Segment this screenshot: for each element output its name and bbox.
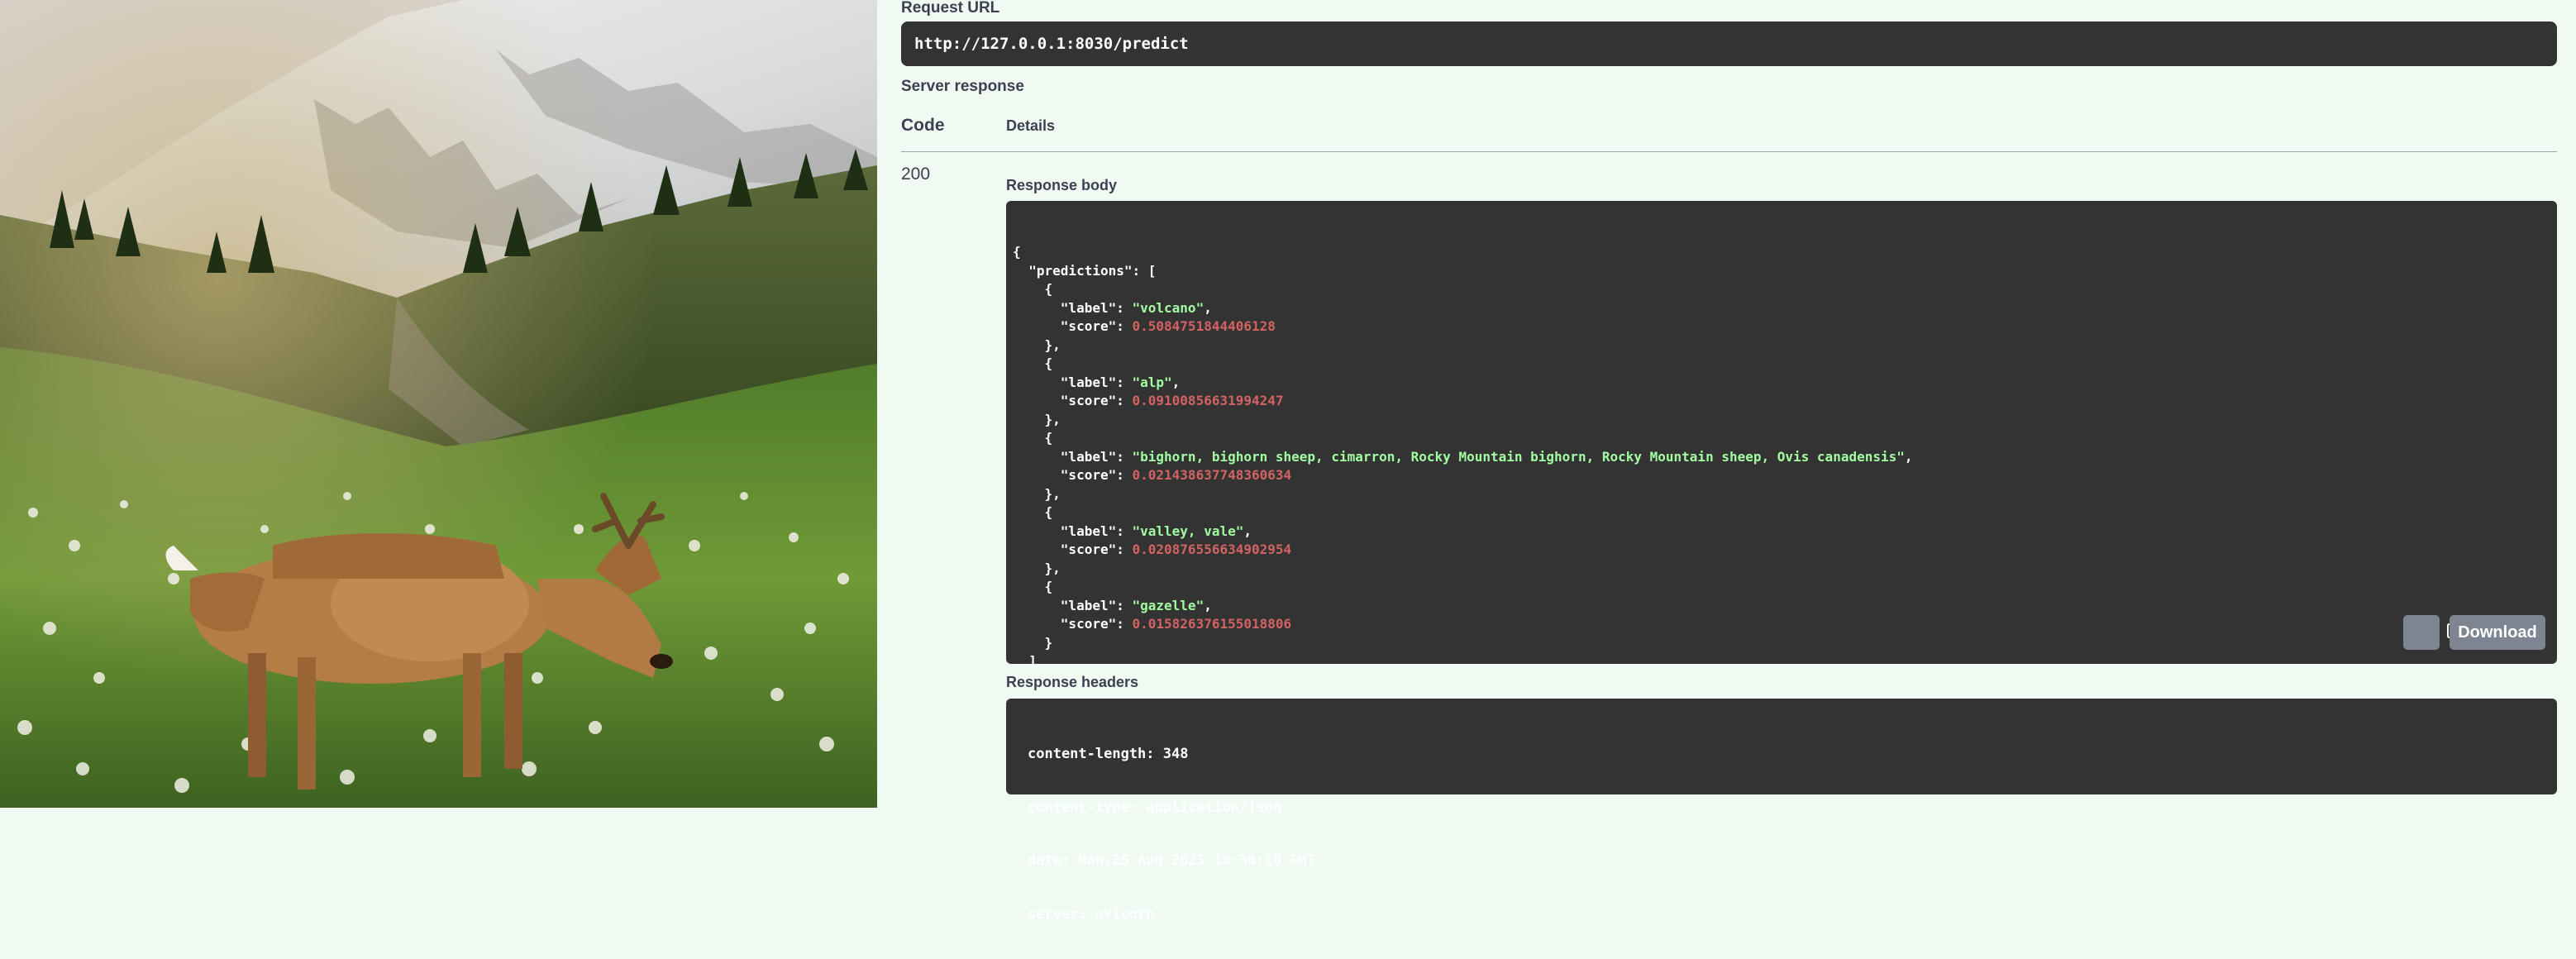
json-string-token: "bighorn, bighorn sheep, cimarron, Rocky… xyxy=(1132,448,1905,465)
response-body-line: { xyxy=(1013,280,2557,299)
details-column-header: Details xyxy=(1006,117,1056,134)
json-punctuation-token: , xyxy=(1243,522,1252,539)
response-body-line: "label": "gazelle", xyxy=(1013,597,2557,616)
response-body-line: } xyxy=(1013,634,2557,653)
response-body-line: "label": "alp", xyxy=(1013,374,2557,393)
response-body-line: "label": "volcano", xyxy=(1013,299,2557,318)
json-punctuation-token: "label": xyxy=(1013,522,1133,539)
json-punctuation-token: "label": xyxy=(1013,597,1133,613)
response-body-line: "score": 0.021438637748360634 xyxy=(1013,466,2557,485)
json-punctuation-token: "label": xyxy=(1013,448,1133,465)
code-column-header: Code xyxy=(901,116,945,135)
response-body-line: "score": 0.09100856631994247 xyxy=(1013,392,2557,411)
json-number-token: 0.021438637748360634 xyxy=(1132,467,1292,483)
response-body-line: "score": 0.015826376155018806 xyxy=(1013,615,2557,634)
json-punctuation-token: { xyxy=(1013,355,1053,371)
json-punctuation-token: }, xyxy=(1013,336,1061,353)
json-number-token: 0.015826376155018806 xyxy=(1132,616,1292,632)
json-punctuation-token: "score": xyxy=(1013,542,1133,557)
request-url-value[interactable]: http://127.0.0.1:8030/predict xyxy=(901,21,2557,66)
json-punctuation-token: "score": xyxy=(1013,393,1133,408)
response-body-line: { xyxy=(1013,429,2557,448)
response-body-code-block[interactable]: { "predictions": [ { "label": "volcano",… xyxy=(1006,201,2557,688)
json-punctuation-token: { xyxy=(1013,281,1053,297)
response-body-line: { xyxy=(1013,355,2557,374)
response-headers-code-block[interactable]: content-length: 348 content-type: applic… xyxy=(1006,699,2557,923)
table-divider xyxy=(901,151,2557,152)
response-body-line: "score": 0.5084751844406128 xyxy=(1013,317,2557,336)
json-punctuation-token: }, xyxy=(1013,485,1061,502)
server-response-label: Server response xyxy=(901,78,1024,95)
json-punctuation-token: { xyxy=(1013,244,1021,260)
json-punctuation-token: , xyxy=(1904,448,1913,465)
response-body-line: ] xyxy=(1013,652,2557,671)
json-punctuation-token: "score": xyxy=(1013,318,1133,334)
json-punctuation-token: } xyxy=(1013,634,1053,651)
response-body-line: "predictions": [ xyxy=(1013,262,2557,281)
json-string-token: "volcano" xyxy=(1132,299,1205,316)
json-punctuation-token: ] xyxy=(1013,653,1037,669)
response-body-line: "label": "valley, vale", xyxy=(1013,522,2557,542)
json-punctuation-token: { xyxy=(1013,504,1053,520)
response-header-line: date: Mon,25 Aug 2025 18:30:10 GMT xyxy=(1028,852,1315,869)
json-number-token: 0.09100856631994247 xyxy=(1132,393,1284,408)
copy-to-clipboard-button[interactable] xyxy=(2403,615,2459,650)
response-body-lines: { "predictions": [ { "label": "volcano",… xyxy=(1013,243,2557,689)
json-string-token: "alp" xyxy=(1132,374,1172,390)
json-punctuation-token: }, xyxy=(1013,560,1061,576)
response-body-line: "label": "bighorn, bighorn sheep, cimarr… xyxy=(1013,448,2557,467)
response-body-line: } xyxy=(1013,671,2557,690)
response-header-line: content-type: application/json xyxy=(1028,799,1282,816)
json-punctuation-token: "score": xyxy=(1013,616,1133,632)
response-header-line: content-length: 348 xyxy=(1028,746,1189,762)
json-punctuation-token: "score": xyxy=(1013,467,1133,483)
response-body-line: }, xyxy=(1013,336,2557,355)
response-body-line: }, xyxy=(1013,485,2557,504)
json-punctuation-token: "label": xyxy=(1013,374,1133,390)
request-url-label: Request URL xyxy=(901,0,1000,17)
response-body-line: "score": 0.020876556634902954 xyxy=(1013,541,2557,560)
input-photo-deer-meadow xyxy=(0,0,877,808)
response-body-line: { xyxy=(1013,243,2557,262)
json-string-token: "gazelle" xyxy=(1132,597,1205,613)
download-button[interactable]: Download xyxy=(2450,615,2545,650)
json-punctuation-token: , xyxy=(1204,299,1212,316)
json-punctuation-token: }, xyxy=(1013,411,1061,427)
json-number-token: 0.5084751844406128 xyxy=(1132,318,1276,334)
json-string-token: "valley, vale" xyxy=(1132,522,1244,539)
response-headers-label: Response headers xyxy=(1006,674,1139,690)
response-body-line: }, xyxy=(1013,560,2557,579)
json-punctuation-token: "label": xyxy=(1013,299,1133,316)
response-body-label: Response body xyxy=(1006,177,1118,193)
response-panel: Request URL http://127.0.0.1:8030/predic… xyxy=(877,0,2576,923)
response-body-line: }, xyxy=(1013,411,2557,430)
json-number-token: 0.020876556634902954 xyxy=(1132,542,1292,557)
json-punctuation-token: "predictions": [ xyxy=(1013,262,1157,279)
json-punctuation-token: { xyxy=(1013,579,1053,594)
response-body-line: { xyxy=(1013,503,2557,522)
json-punctuation-token: , xyxy=(1171,374,1181,390)
response-body-line: { xyxy=(1013,578,2557,597)
json-punctuation-token: , xyxy=(1204,597,1212,613)
json-punctuation-token: { xyxy=(1013,430,1053,446)
status-code: 200 xyxy=(901,165,931,184)
response-header-line: server: uvicorn xyxy=(1028,905,1155,923)
